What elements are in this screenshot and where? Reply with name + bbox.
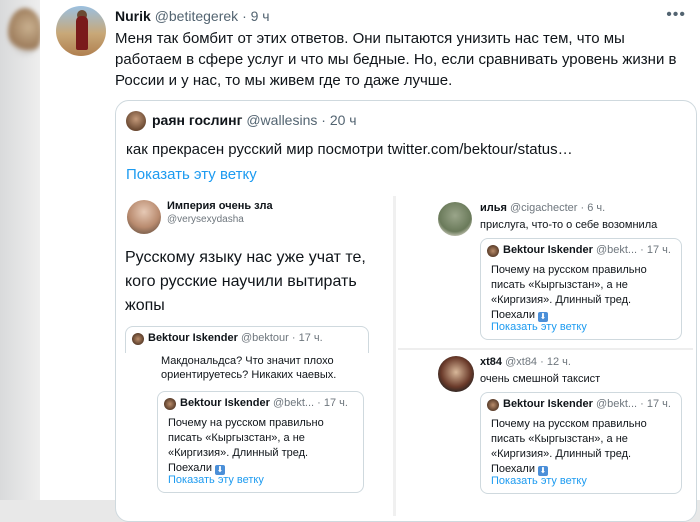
tweet-header: Nurik @betitegerek · 9 ч bbox=[115, 8, 270, 24]
mini-quote: Bektour Iskender @bekt... · 17 ч. Почему… bbox=[480, 238, 682, 340]
mini-show-thread: Показать эту ветку bbox=[491, 321, 587, 333]
author-avatar[interactable] bbox=[56, 6, 106, 56]
author-name[interactable]: Nurik bbox=[115, 8, 151, 24]
more-dots-icon[interactable]: ••• bbox=[666, 6, 686, 24]
image-divider bbox=[393, 196, 396, 516]
mini-avatar bbox=[487, 399, 499, 411]
screenshot-divider bbox=[398, 348, 693, 350]
separator-dot: · bbox=[321, 112, 326, 128]
tweet-time[interactable]: 9 ч bbox=[251, 8, 270, 24]
separator-dot: · bbox=[242, 8, 247, 24]
blurred-avatar bbox=[8, 8, 42, 56]
mini-avatar bbox=[164, 398, 176, 410]
quote-time: 20 ч bbox=[329, 112, 357, 128]
mini-header: Bektour Iskender @bekt... · 17 ч. bbox=[503, 244, 671, 256]
mini-text: Почему на русском правильно писать «Кырг… bbox=[168, 417, 324, 475]
quote-avatar[interactable] bbox=[126, 111, 146, 131]
screenshot-avatar bbox=[127, 200, 161, 234]
mini-quote: Bektour Iskender @bektour · 17 ч. bbox=[125, 326, 369, 353]
mini-show-thread: Показать эту ветку bbox=[491, 475, 587, 487]
tweet-text: Меня так бомбит от этих ответов. Они пыт… bbox=[115, 30, 677, 89]
mini-avatar bbox=[132, 333, 144, 345]
quote-header: раян гослинг @wallesins · 20 ч bbox=[152, 112, 357, 128]
show-thread-link[interactable]: Показать эту ветку bbox=[126, 166, 257, 183]
author-handle[interactable]: @betitegerek bbox=[155, 8, 238, 24]
mini-show-thread: Показать эту ветку bbox=[168, 474, 264, 486]
mini-avatar bbox=[487, 245, 499, 257]
tweet-card[interactable]: Nurik @betitegerek · 9 ч ••• Меня так бо… bbox=[40, 0, 700, 522]
quoted-tweet[interactable]: раян гослинг @wallesins · 20 ч как прекр… bbox=[115, 100, 697, 522]
mini-header: Bektour Iskender @bekt... · 17 ч. bbox=[180, 397, 348, 409]
background-strip bbox=[0, 0, 40, 500]
screenshot-text: Русскому языку нас уже учат те, кого рус… bbox=[125, 249, 366, 314]
mini-header: Bektour Iskender @bektour · 17 ч. bbox=[148, 332, 323, 344]
mini-header: Bektour Iskender @bekt... · 17 ч. bbox=[503, 398, 671, 410]
screenshot-avatar bbox=[438, 202, 472, 236]
mini-quote: Bektour Iskender @bekt... · 17 ч. Почему… bbox=[157, 391, 364, 493]
screenshot-post-header: xt84 @xt84 · 12 ч. bbox=[480, 356, 571, 368]
mini-text: Почему на русском правильно писать «Кырг… bbox=[491, 264, 647, 322]
mini-text: Почему на русском правильно писать «Кырг… bbox=[491, 418, 647, 476]
mini-quote: Bektour Iskender @bekt... · 17 ч. Почему… bbox=[480, 392, 682, 494]
screenshot-cut-text: Макдональдса? Что значит плохо ориентиру… bbox=[161, 355, 337, 381]
screenshot-post-header: илья @cigachecter · 6 ч. bbox=[480, 202, 606, 214]
screenshot-author-name: Империя очень зла bbox=[167, 200, 273, 212]
screenshot-avatar bbox=[438, 356, 474, 392]
quote-author-name: раян гослинг bbox=[152, 112, 243, 128]
quote-author-handle: @wallesins bbox=[246, 112, 318, 128]
screenshot-author-handle: @verysexydasha bbox=[167, 214, 244, 225]
screenshot-post-text: очень смешной таксист bbox=[480, 373, 601, 385]
screenshot-post-text: прислуга, что-то о себе возомнила bbox=[480, 219, 658, 231]
attached-image-left[interactable]: Империя очень зла @verysexydasha Русском… bbox=[121, 196, 391, 516]
quote-text: как прекрасен русский мир посмотри twitt… bbox=[126, 141, 573, 158]
attached-image-right[interactable]: илья @cigachecter · 6 ч. прислуга, что-т… bbox=[398, 196, 693, 516]
